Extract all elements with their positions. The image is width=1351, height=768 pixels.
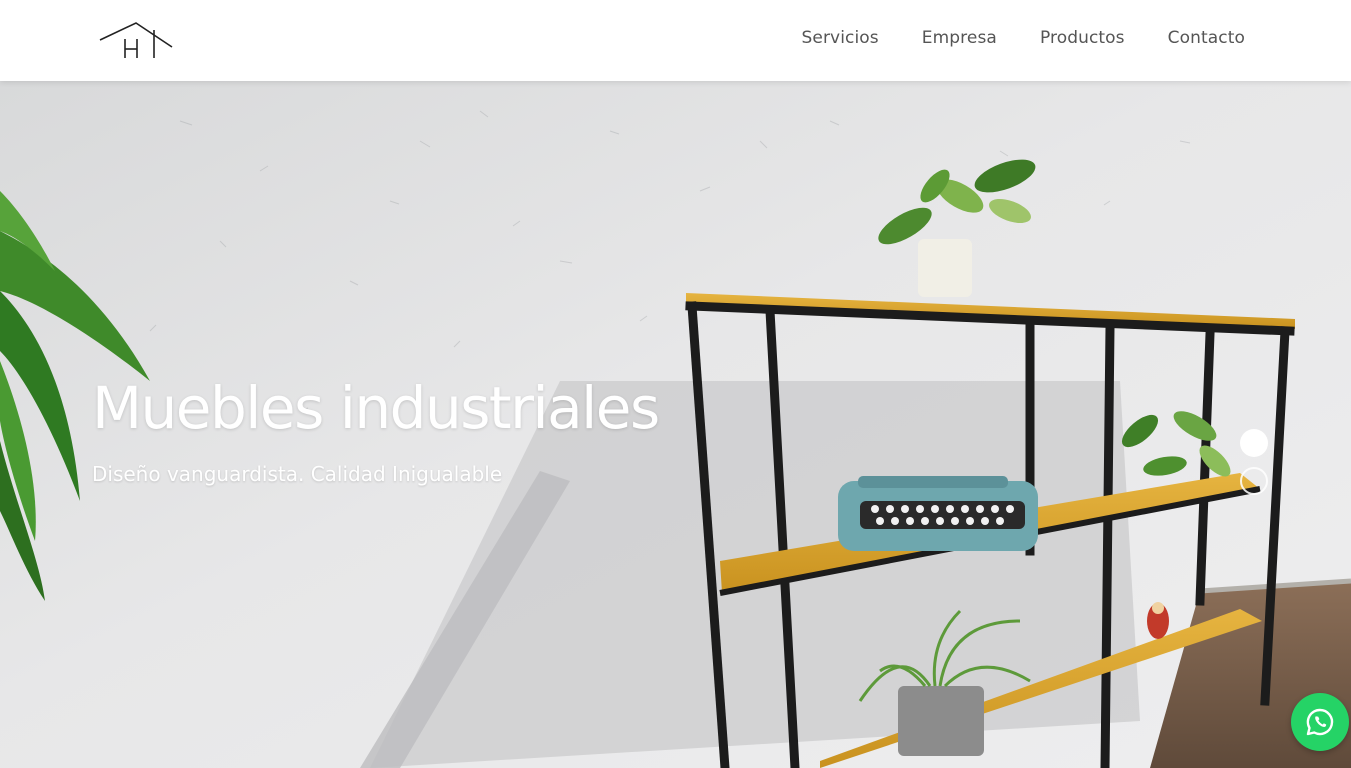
- whatsapp-icon: [1306, 708, 1334, 736]
- slider-dot-2[interactable]: [1240, 467, 1268, 495]
- hero-title: Muebles industriales: [92, 374, 660, 442]
- house-logo-icon[interactable]: [98, 20, 174, 62]
- hero-slider: Muebles industriales Diseño vanguardista…: [0, 81, 1351, 768]
- slider-dot-1[interactable]: [1240, 429, 1268, 457]
- hero-subtitle: Diseño vanguardista. Calidad Inigualable: [92, 462, 503, 486]
- nav-empresa[interactable]: Empresa: [922, 28, 997, 48]
- slider-dots: [1240, 429, 1268, 505]
- site-header: Servicios Empresa Productos Contacto: [0, 0, 1351, 81]
- nav-contacto[interactable]: Contacto: [1168, 28, 1245, 48]
- main-nav: Servicios Empresa Productos Contacto: [759, 28, 1245, 48]
- whatsapp-button[interactable]: [1291, 693, 1349, 751]
- nav-servicios[interactable]: Servicios: [802, 28, 879, 48]
- nav-productos[interactable]: Productos: [1040, 28, 1125, 48]
